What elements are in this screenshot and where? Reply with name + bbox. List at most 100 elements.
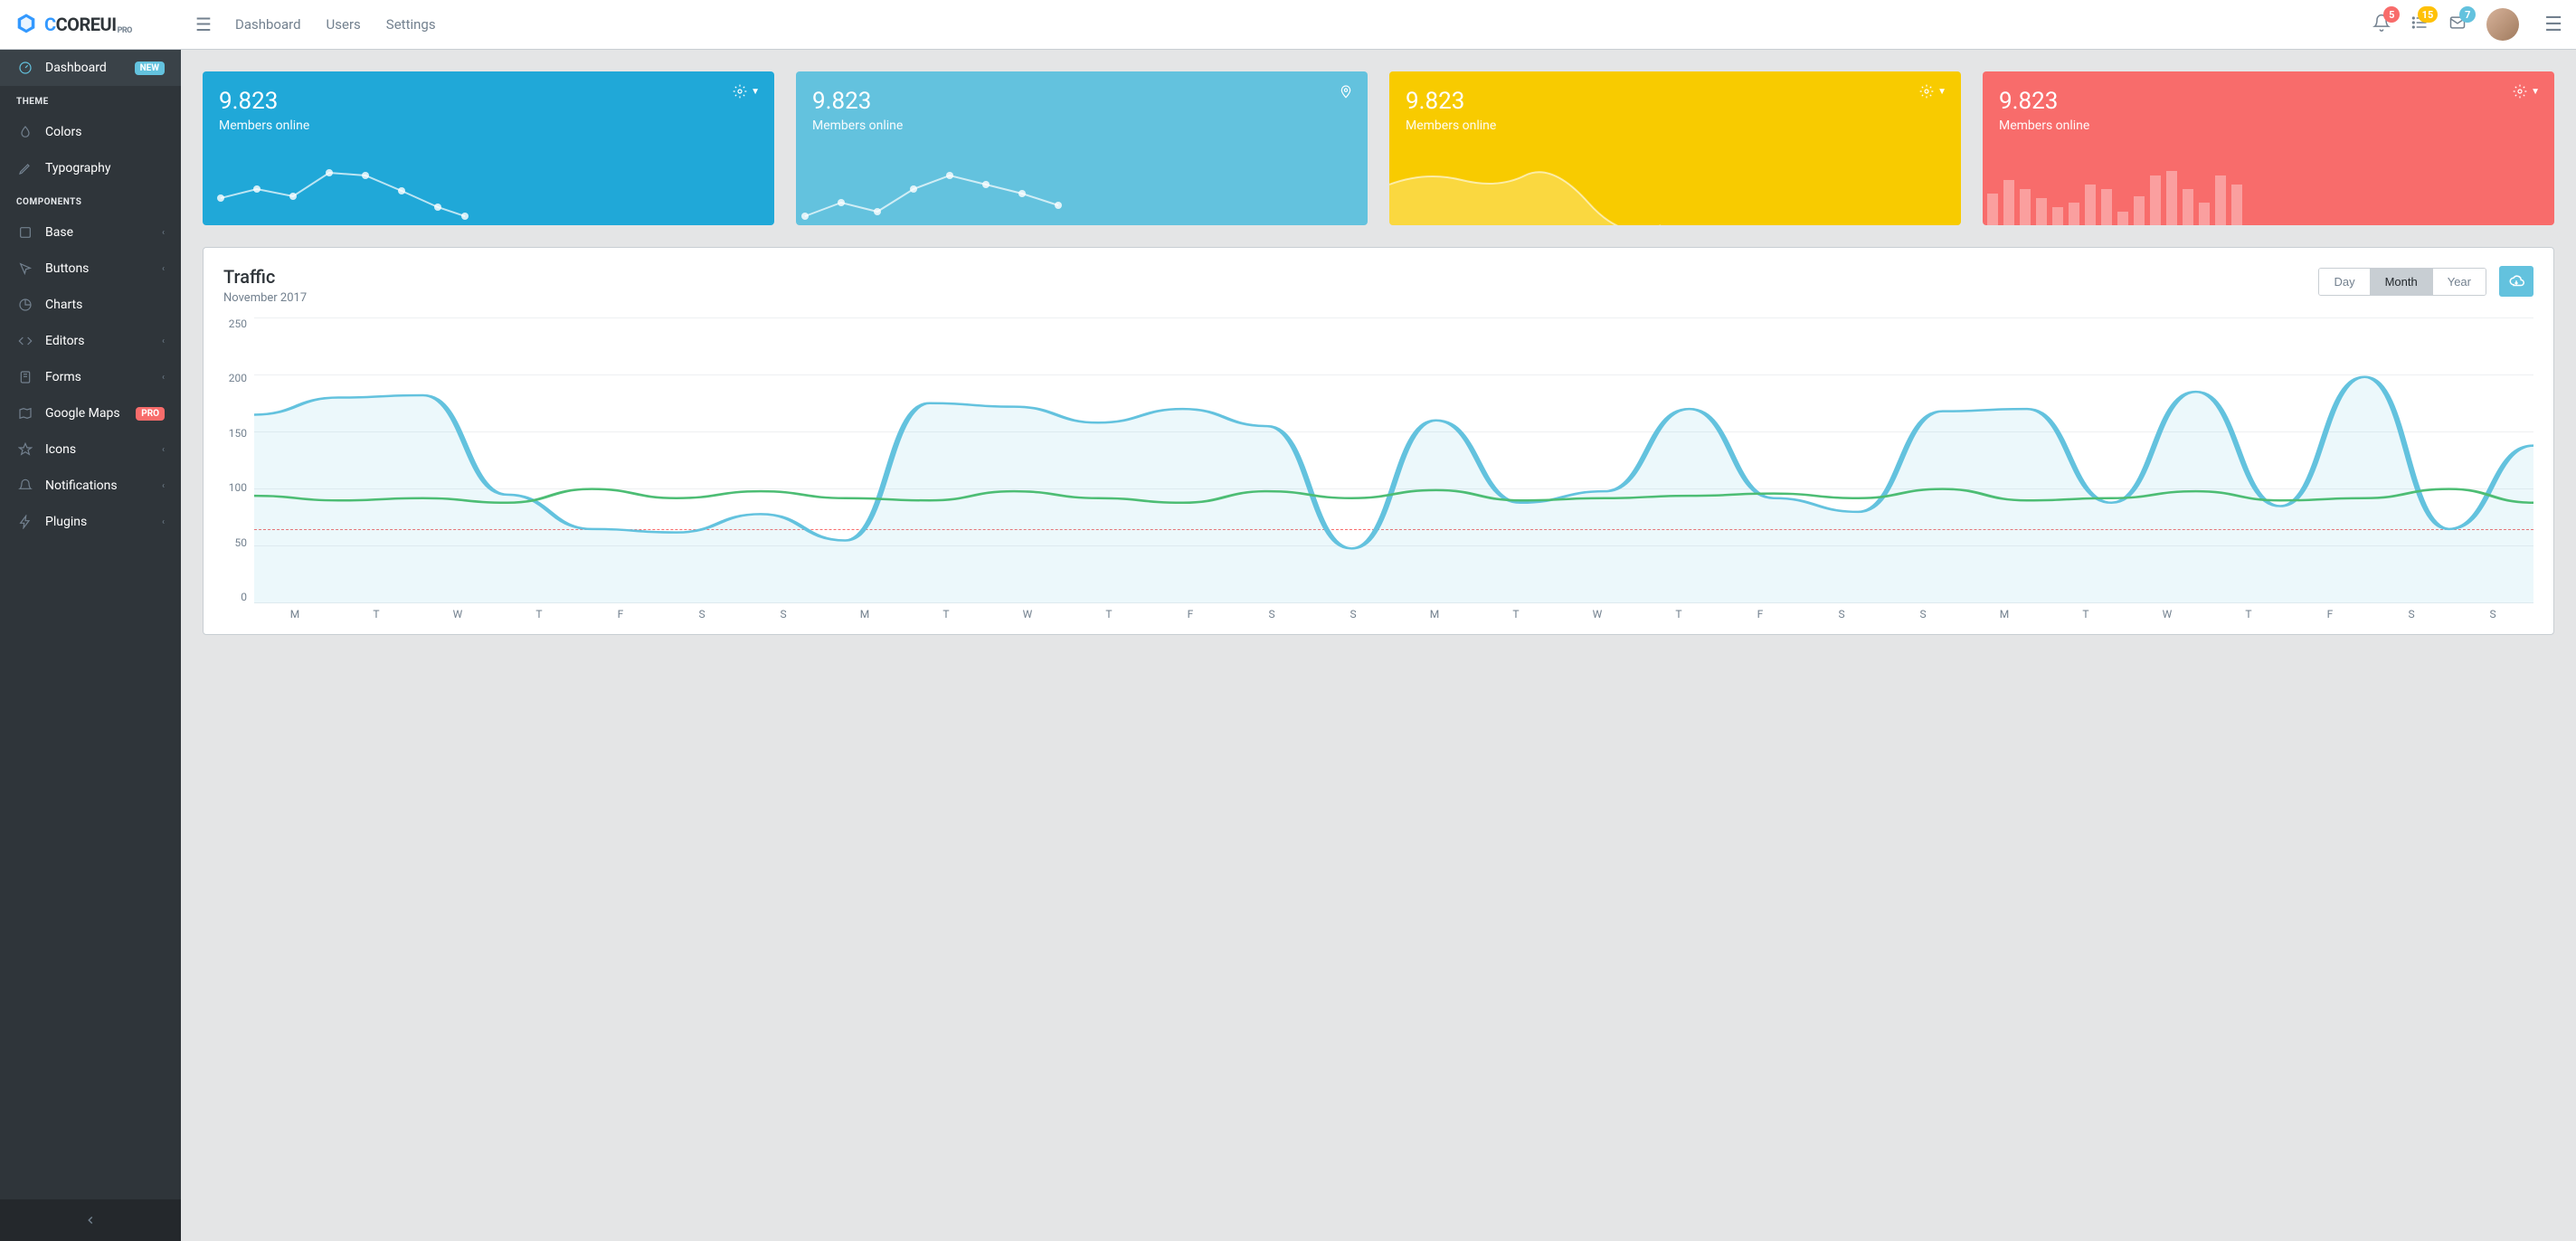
- sparkline: [796, 162, 1067, 225]
- brand-suffix: PRO: [118, 26, 132, 35]
- cursor-icon: [16, 261, 34, 276]
- sidebar-item-buttons[interactable]: Buttons ‹: [0, 251, 181, 287]
- speedometer-icon: [16, 61, 34, 75]
- pie-icon: [16, 298, 34, 312]
- sidebar-toggle[interactable]: ☰: [181, 14, 226, 35]
- widget-card: ▼ 9.823 Members online: [1983, 71, 2554, 225]
- list-badge: 15: [2418, 6, 2439, 23]
- period-month[interactable]: Month: [2370, 269, 2432, 295]
- sidebar-title-components: COMPONENTS: [0, 186, 181, 214]
- sidebar-item-icons[interactable]: Icons ‹: [0, 431, 181, 468]
- widget-card: 9.823 Members online: [796, 71, 1368, 225]
- download-button[interactable]: [2499, 266, 2533, 297]
- bolt-icon: [16, 515, 34, 529]
- drop-icon: [16, 125, 34, 139]
- widget-label: Members online: [1999, 118, 2538, 133]
- sidebar-badge-pro: PRO: [136, 407, 165, 421]
- bar-chart: [1983, 162, 2254, 225]
- sidebar-item-notifications[interactable]: Notifications ‹: [0, 468, 181, 504]
- period-year[interactable]: Year: [2432, 269, 2486, 295]
- sidebar-item-editors[interactable]: Editors ‹: [0, 323, 181, 359]
- widget-label: Members online: [219, 118, 758, 133]
- star-icon: [16, 442, 34, 457]
- sparkline: [203, 162, 474, 225]
- sidebar-item-charts[interactable]: Charts: [0, 287, 181, 323]
- sidebar-item-label: Editors: [45, 334, 85, 348]
- nav-settings[interactable]: Settings: [386, 16, 436, 33]
- chevron-left-icon: ‹: [162, 228, 165, 238]
- widget-settings[interactable]: ▼: [733, 84, 760, 99]
- sidebar-badge-new: NEW: [135, 62, 165, 75]
- sidebar-item-label: Charts: [45, 298, 82, 312]
- widget-label: Members online: [1406, 118, 1945, 133]
- location-pin-icon: [1339, 84, 1353, 99]
- cloud-download-icon: [2508, 273, 2524, 289]
- main-content: ▼ 9.823 Members online 9.823 Members onl…: [181, 50, 2576, 1241]
- bell-icon[interactable]: 5: [2372, 14, 2391, 35]
- widget-settings[interactable]: ▼: [2513, 84, 2540, 99]
- chevron-left-icon: [84, 1214, 97, 1227]
- code-icon: [16, 334, 34, 348]
- sidebar-minimize[interactable]: [0, 1199, 181, 1241]
- aside-toggle[interactable]: ☰: [2544, 14, 2562, 36]
- widget-value: 9.823: [812, 88, 1351, 115]
- chevron-left-icon: ‹: [162, 264, 165, 274]
- sidebar-item-label: Plugins: [45, 515, 87, 529]
- sidebar-item-label: Base: [45, 225, 73, 240]
- sidebar-item-label: Dashboard: [45, 61, 107, 75]
- widget-card: ▼ 9.823 Members online: [1389, 71, 1961, 225]
- card-subtitle: November 2017: [223, 291, 307, 305]
- widget-label: Members online: [812, 118, 1351, 133]
- sidebar-title-theme: THEME: [0, 86, 181, 114]
- gear-icon: [1919, 84, 1934, 99]
- caret-down-icon: ▼: [2531, 87, 2540, 97]
- gear-icon: [733, 84, 747, 99]
- nav-users[interactable]: Users: [327, 16, 361, 33]
- chevron-left-icon: ‹: [162, 373, 165, 383]
- chevron-left-icon: ‹: [162, 336, 165, 346]
- widget-card: ▼ 9.823 Members online: [203, 71, 774, 225]
- caret-down-icon: ▼: [1937, 87, 1946, 97]
- hexagon-logo-icon: [14, 12, 39, 37]
- chevron-left-icon: ‹: [162, 481, 165, 491]
- area-chart: [1389, 162, 1661, 225]
- sidebar-item-base[interactable]: Base ‹: [0, 214, 181, 251]
- bell-icon: [16, 478, 34, 493]
- sidebar-item-label: Icons: [45, 442, 76, 457]
- note-icon: [16, 370, 34, 384]
- sidebar-item-label: Colors: [45, 125, 81, 139]
- puzzle-icon: [16, 225, 34, 240]
- sidebar-item-label: Forms: [45, 370, 81, 384]
- header-nav: Dashboard Users Settings: [235, 16, 436, 33]
- widget-location[interactable]: [1339, 84, 1353, 99]
- sidebar-item-dashboard[interactable]: Dashboard NEW: [0, 50, 181, 86]
- pencil-icon: [16, 161, 34, 175]
- brand-text: COREUI: [56, 14, 117, 35]
- bell-badge: 5: [2383, 6, 2400, 23]
- period-day[interactable]: Day: [2319, 269, 2369, 295]
- sidebar-item-label: Typography: [45, 161, 110, 175]
- card-title: Traffic: [223, 266, 307, 288]
- gear-icon: [2513, 84, 2527, 99]
- nav-dashboard[interactable]: Dashboard: [235, 16, 301, 33]
- user-avatar[interactable]: [2486, 8, 2519, 41]
- chevron-left-icon: ‹: [162, 517, 165, 527]
- traffic-chart: 250200150100500 MTWTFSSMTWTFSSMTWTFSSMTW…: [223, 317, 2533, 625]
- widget-settings[interactable]: ▼: [1919, 84, 1946, 99]
- mail-icon[interactable]: 7: [2448, 14, 2467, 35]
- sidebar-item-label: Google Maps: [45, 406, 120, 421]
- widget-value: 9.823: [1406, 88, 1945, 115]
- sidebar-item-label: Notifications: [45, 478, 118, 493]
- list-icon[interactable]: 15: [2410, 14, 2429, 35]
- caret-down-icon: ▼: [751, 87, 760, 97]
- sidebar-item-plugins[interactable]: Plugins ‹: [0, 504, 181, 540]
- sidebar-item-forms[interactable]: Forms ‹: [0, 359, 181, 395]
- sidebar-item-google-maps[interactable]: Google Maps PRO: [0, 395, 181, 431]
- app-header: CCOREUI PRO ☰ Dashboard Users Settings 5…: [0, 0, 2576, 50]
- sidebar: Dashboard NEW THEME Colors Typography CO…: [0, 50, 181, 1241]
- sidebar-item-typography[interactable]: Typography: [0, 150, 181, 186]
- period-toggle: Day Month Year: [2318, 268, 2486, 296]
- sidebar-item-colors[interactable]: Colors: [0, 114, 181, 150]
- brand-logo[interactable]: CCOREUI PRO: [14, 12, 181, 37]
- map-icon: [16, 406, 34, 421]
